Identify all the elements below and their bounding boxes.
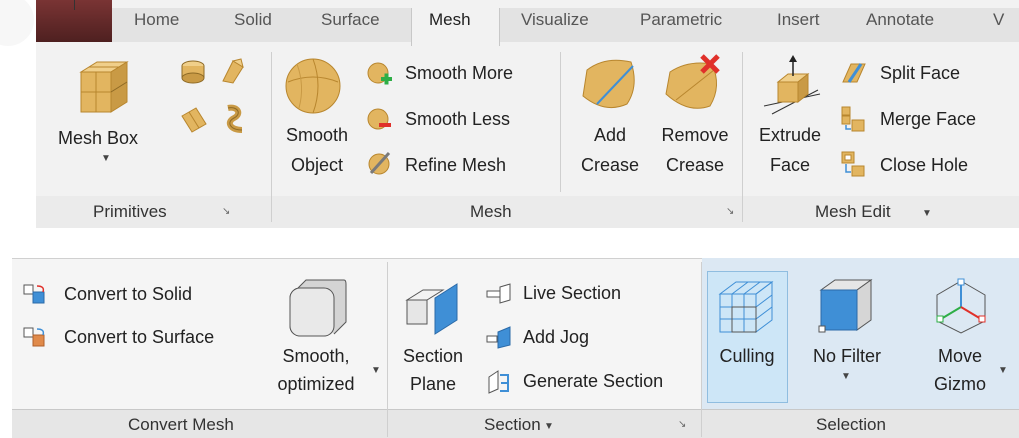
smooth-object-label-2[interactable]: Object xyxy=(277,155,357,176)
panel-title-mesh: Mesh xyxy=(470,202,512,221)
dialog-launcher-icon[interactable]: ↘ xyxy=(222,206,230,217)
merge-face-icon xyxy=(841,106,865,132)
chevron-down-icon[interactable]: ▼ xyxy=(841,371,851,382)
move-gizmo-label-2[interactable]: Gizmo xyxy=(920,374,1000,395)
mesh-cylinder-icon[interactable] xyxy=(180,60,206,84)
tab-mesh[interactable]: Mesh xyxy=(429,10,471,30)
smooth-less-icon xyxy=(367,108,391,130)
smooth-optimized-label-2[interactable]: optimized xyxy=(268,374,364,395)
convert-to-surface-icon xyxy=(23,327,45,347)
add-jog-button[interactable]: Add Jog xyxy=(523,327,589,348)
remove-crease-label-1[interactable]: Remove xyxy=(652,125,738,146)
chevron-down-icon[interactable]: ▼ xyxy=(101,153,111,164)
cursor-caret xyxy=(74,0,75,10)
dialog-launcher-icon[interactable]: ↘ xyxy=(678,419,686,430)
smooth-optimized-label-1[interactable]: Smooth, xyxy=(268,346,364,367)
panel-divider xyxy=(560,52,561,192)
chevron-down-icon[interactable]: ▼ xyxy=(371,365,381,376)
add-jog-icon xyxy=(486,326,511,349)
section-plane-label-2[interactable]: Plane xyxy=(393,374,473,395)
no-filter-icon xyxy=(818,279,873,333)
tab-visualize[interactable]: Visualize xyxy=(521,10,589,30)
move-gizmo-icon xyxy=(936,278,986,334)
split-face-icon xyxy=(842,63,866,83)
mesh-box-button[interactable]: Mesh Box xyxy=(58,128,138,149)
close-hole-button[interactable]: Close Hole xyxy=(880,155,968,176)
smooth-object-icon xyxy=(285,58,341,114)
mesh-torus-icon[interactable] xyxy=(222,104,248,134)
extrude-face-icon xyxy=(763,55,821,115)
panel-title-section[interactable]: Section xyxy=(484,415,541,435)
close-hole-icon xyxy=(841,151,865,177)
mesh-cone-icon[interactable] xyxy=(180,106,208,134)
tab-home[interactable]: Home xyxy=(134,10,179,30)
no-filter-button[interactable]: No Filter xyxy=(797,346,897,367)
section-plane-icon xyxy=(405,283,458,335)
add-crease-icon xyxy=(582,59,635,109)
tab-solid[interactable]: Solid xyxy=(234,10,272,30)
panel-title-convert-mesh: Convert Mesh xyxy=(128,415,234,434)
tab-parametric[interactable]: Parametric xyxy=(640,10,722,30)
panel-title-primitives: Primitives xyxy=(93,202,167,221)
remove-crease-icon xyxy=(665,54,720,109)
smooth-less-button[interactable]: Smooth Less xyxy=(405,109,510,130)
refine-mesh-button[interactable]: Refine Mesh xyxy=(405,155,506,176)
corner-decoration xyxy=(0,0,34,46)
mesh-wedge-icon[interactable] xyxy=(219,57,245,85)
section-plane-label-1[interactable]: Section xyxy=(393,346,473,367)
tab-visualize-overflow[interactable]: V xyxy=(993,10,1004,30)
panel-divider xyxy=(387,262,388,437)
chevron-down-icon[interactable]: ▼ xyxy=(998,365,1008,376)
generate-section-icon xyxy=(488,370,509,394)
chevron-down-icon[interactable]: ▼ xyxy=(544,421,554,432)
panel-title-mesh-edit[interactable]: Mesh Edit xyxy=(815,202,891,222)
dialog-launcher-icon[interactable]: ↘ xyxy=(726,206,734,217)
convert-to-surface-button[interactable]: Convert to Surface xyxy=(64,327,214,348)
merge-face-button[interactable]: Merge Face xyxy=(880,109,976,130)
refine-mesh-icon xyxy=(368,151,391,175)
chevron-down-icon[interactable]: ▼ xyxy=(922,208,932,219)
extrude-face-label-1[interactable]: Extrude xyxy=(748,125,832,146)
live-section-icon xyxy=(486,283,511,304)
live-section-button[interactable]: Live Section xyxy=(523,283,621,304)
generate-section-button[interactable]: Generate Section xyxy=(523,371,663,392)
panel-divider xyxy=(271,52,272,222)
convert-to-solid-button[interactable]: Convert to Solid xyxy=(64,284,192,305)
add-crease-label-1[interactable]: Add xyxy=(570,125,650,146)
smooth-optimized-icon xyxy=(289,279,347,337)
extrude-face-label-2[interactable]: Face xyxy=(748,155,832,176)
panel-divider xyxy=(742,52,743,222)
add-crease-label-2[interactable]: Crease xyxy=(570,155,650,176)
move-gizmo-label-1[interactable]: Move xyxy=(920,346,1000,367)
mesh-box-icon xyxy=(79,61,129,113)
convert-to-solid-icon xyxy=(23,284,45,304)
tab-insert[interactable]: Insert xyxy=(777,10,820,30)
split-face-button[interactable]: Split Face xyxy=(880,63,960,84)
tab-surface[interactable]: Surface xyxy=(321,10,380,30)
panel-divider xyxy=(701,262,702,437)
remove-crease-label-2[interactable]: Crease xyxy=(652,155,738,176)
culling-button[interactable]: Culling xyxy=(707,346,787,367)
smooth-more-button[interactable]: Smooth More xyxy=(405,63,513,84)
tab-annotate[interactable]: Annotate xyxy=(866,10,934,30)
panel-title-selection: Selection xyxy=(816,415,886,434)
smooth-object-label-1[interactable]: Smooth xyxy=(277,125,357,146)
smooth-more-icon xyxy=(367,62,392,85)
culling-icon xyxy=(718,281,774,333)
